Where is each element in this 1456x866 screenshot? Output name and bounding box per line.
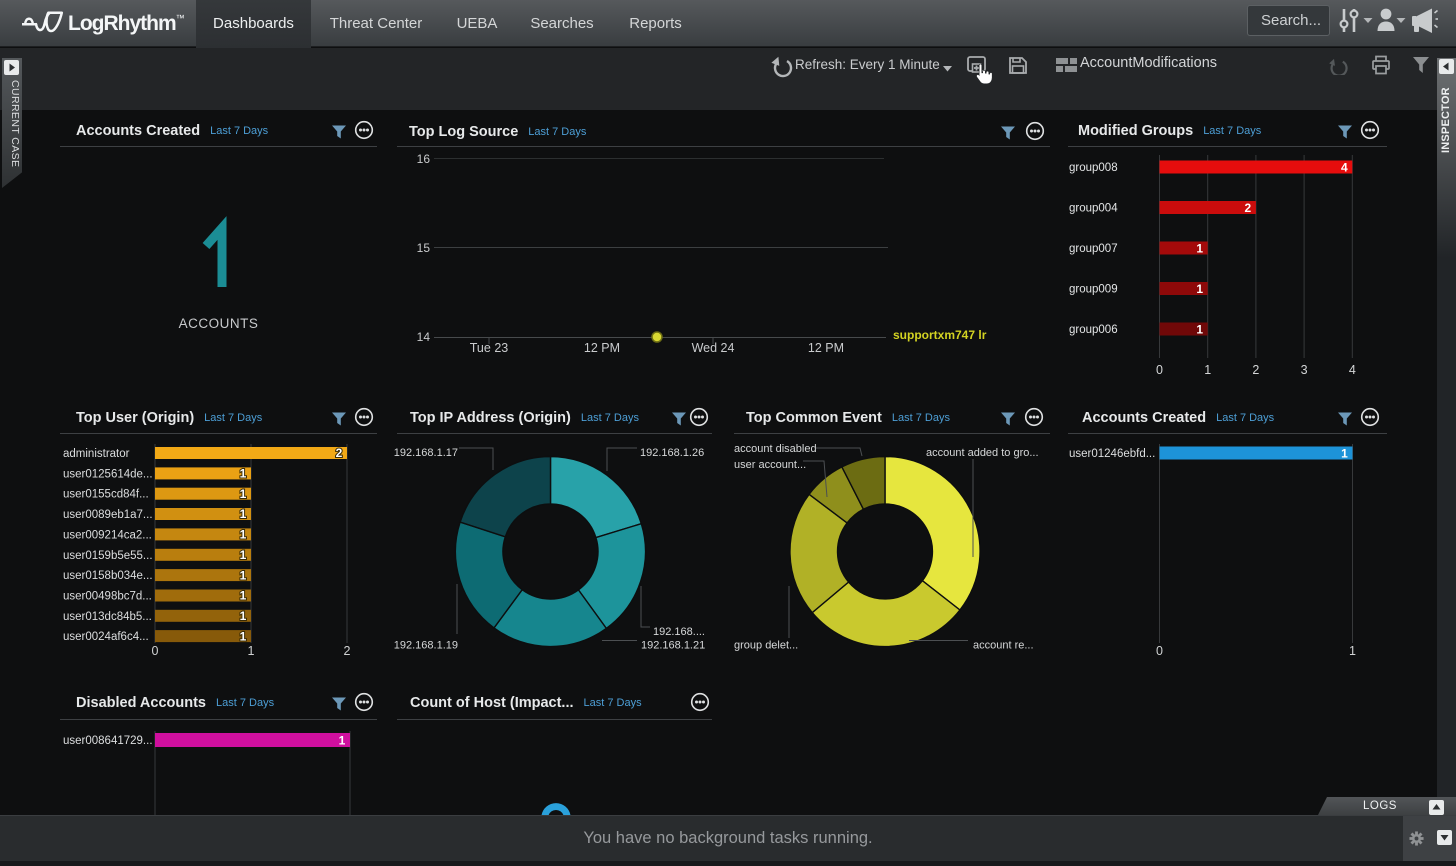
svg-text:0: 0 (152, 644, 159, 658)
svg-text:16: 16 (417, 152, 431, 166)
svg-text:1: 1 (240, 467, 247, 481)
svg-text:2: 2 (336, 446, 343, 460)
svg-text:group004: group004 (1069, 203, 1118, 215)
svg-text:12 PM: 12 PM (808, 341, 844, 355)
svg-text:user008641729...: user008641729... (63, 735, 153, 747)
svg-text:1: 1 (240, 548, 247, 562)
svg-text:1: 1 (248, 644, 255, 658)
svg-text:1: 1 (1341, 447, 1348, 461)
svg-text:group008: group008 (1069, 162, 1118, 174)
svg-text:supportxm747 lr: supportxm747 lr (893, 328, 987, 342)
svg-text:group delet...: group delet... (734, 640, 798, 652)
svg-text:1: 1 (240, 487, 247, 501)
svg-text:1: 1 (1196, 282, 1203, 296)
svg-text:192.168.1.26: 192.168.1.26 (640, 447, 704, 459)
svg-text:administrator: administrator (63, 448, 130, 460)
svg-text:1: 1 (1204, 363, 1211, 377)
svg-text:account disabled: account disabled (734, 443, 817, 455)
svg-text:1: 1 (240, 528, 247, 542)
svg-text:user009214ca2...: user009214ca2... (63, 529, 152, 541)
svg-text:1: 1 (240, 609, 247, 623)
svg-text:user013dc84b5...: user013dc84b5... (63, 611, 152, 623)
svg-text:user0159b5e55...: user0159b5e55... (63, 550, 153, 562)
svg-text:user0125614de...: user0125614de... (63, 468, 153, 480)
svg-text:1: 1 (240, 568, 247, 582)
svg-text:1: 1 (240, 589, 247, 603)
svg-text:192.168.1.17: 192.168.1.17 (394, 447, 458, 459)
svg-text:1: 1 (240, 629, 247, 643)
svg-text:2: 2 (1252, 363, 1259, 377)
svg-text:0: 0 (1156, 644, 1163, 658)
svg-text:group009: group009 (1069, 284, 1118, 296)
svg-text:group007: group007 (1069, 243, 1118, 255)
svg-text:3: 3 (1301, 363, 1308, 377)
svg-text:192.168.1.19: 192.168.1.19 (394, 640, 458, 652)
svg-text:Tue 23: Tue 23 (470, 341, 509, 355)
svg-text:account re...: account re... (973, 640, 1034, 652)
svg-text:1: 1 (339, 734, 346, 748)
svg-text:Wed 24: Wed 24 (692, 341, 735, 355)
svg-text:0: 0 (1156, 363, 1163, 377)
svg-text:user00498bc7d...: user00498bc7d... (63, 590, 152, 602)
svg-text:user01246ebfd...: user01246ebfd... (1069, 448, 1155, 460)
svg-text:user0089eb1a7...: user0089eb1a7... (63, 509, 153, 521)
svg-text:user account...: user account... (734, 459, 806, 471)
svg-text:4: 4 (1341, 160, 1348, 174)
svg-text:1: 1 (1196, 241, 1203, 255)
svg-text:user0158b034e...: user0158b034e... (63, 570, 153, 582)
svg-text:1: 1 (1349, 644, 1356, 658)
svg-text:user0024af6c4...: user0024af6c4... (63, 631, 149, 643)
svg-text:192.168.1.21: 192.168.1.21 (641, 640, 705, 652)
svg-text:group006: group006 (1069, 324, 1118, 336)
svg-text:2: 2 (344, 644, 351, 658)
svg-text:user0155cd84f...: user0155cd84f... (63, 489, 149, 501)
svg-text:2: 2 (1245, 201, 1252, 215)
svg-text:15: 15 (417, 241, 431, 255)
svg-text:1: 1 (1196, 322, 1203, 336)
svg-text:14: 14 (417, 330, 431, 344)
svg-text:account added to gro...: account added to gro... (926, 447, 1039, 459)
svg-text:12 PM: 12 PM (584, 341, 620, 355)
svg-text:4: 4 (1349, 363, 1356, 377)
svg-text:1: 1 (240, 507, 247, 521)
svg-text:192.168....: 192.168.... (653, 626, 705, 638)
